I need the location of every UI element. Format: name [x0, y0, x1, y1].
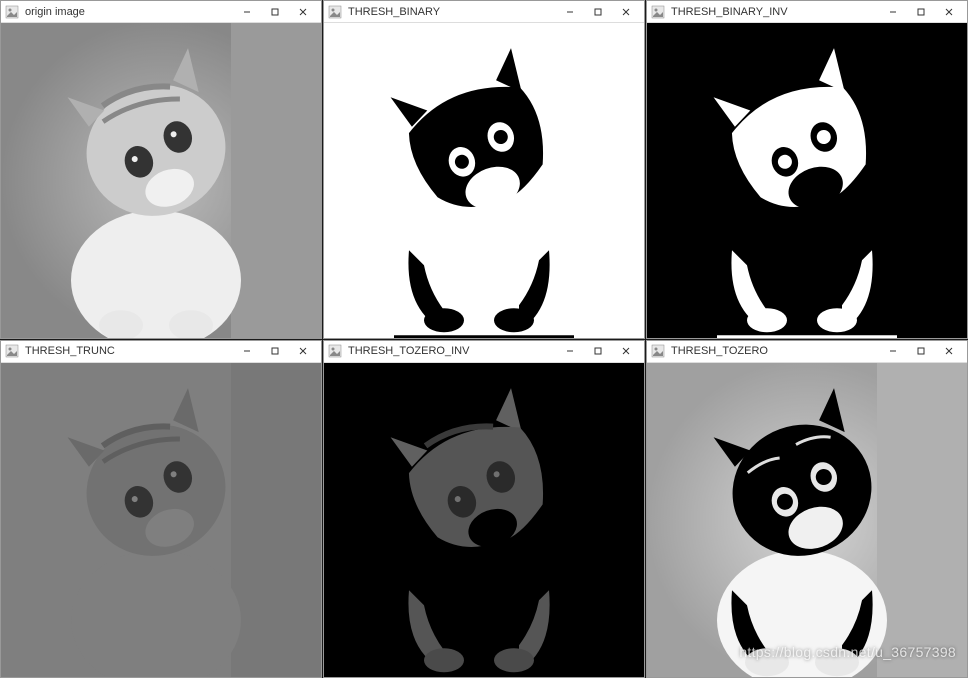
app-icon [651, 5, 665, 19]
window-controls [879, 2, 963, 22]
close-button[interactable] [935, 341, 963, 361]
window-thresh-tozero: THRESH_TOZERO [646, 340, 968, 678]
titlebar[interactable]: THRESH_BINARY_INV [647, 1, 967, 23]
close-button[interactable] [612, 341, 640, 361]
maximize-button[interactable] [261, 341, 289, 361]
window-controls [879, 341, 963, 361]
window-thresh-trunc: THRESH_TRUNC [0, 340, 322, 678]
close-button[interactable] [612, 2, 640, 22]
titlebar[interactable]: THRESH_TOZERO_INV [324, 341, 644, 363]
image-content-binary [324, 23, 644, 338]
window-title: THRESH_BINARY [348, 6, 556, 18]
window-title: THRESH_BINARY_INV [671, 6, 879, 18]
image-content-tozero-inv [324, 363, 644, 678]
app-icon [5, 5, 19, 19]
window-origin-image: origin image [0, 0, 322, 339]
app-icon [5, 344, 19, 358]
window-controls [556, 2, 640, 22]
image-content-trunc [1, 363, 321, 678]
close-button[interactable] [289, 341, 317, 361]
minimize-button[interactable] [233, 2, 261, 22]
titlebar[interactable]: THRESH_TOZERO [647, 341, 967, 363]
maximize-button[interactable] [584, 2, 612, 22]
minimize-button[interactable] [879, 341, 907, 361]
app-icon [651, 344, 665, 358]
image-content-origin [1, 23, 321, 338]
window-thresh-binary: THRESH_BINARY [323, 0, 645, 339]
window-thresh-tozero-inv: THRESH_TOZERO_INV [323, 340, 645, 678]
maximize-button[interactable] [261, 2, 289, 22]
titlebar[interactable]: THRESH_BINARY [324, 1, 644, 23]
window-title: THRESH_TOZERO_INV [348, 345, 556, 357]
image-content-binary-inv [647, 23, 967, 338]
maximize-button[interactable] [584, 341, 612, 361]
close-button[interactable] [935, 2, 963, 22]
window-controls [233, 341, 317, 361]
maximize-button[interactable] [907, 341, 935, 361]
window-controls [233, 2, 317, 22]
window-controls [556, 341, 640, 361]
minimize-button[interactable] [233, 341, 261, 361]
titlebar[interactable]: origin image [1, 1, 321, 23]
window-title: THRESH_TRUNC [25, 345, 233, 357]
maximize-button[interactable] [907, 2, 935, 22]
image-content-tozero [647, 363, 967, 678]
app-icon [328, 5, 342, 19]
minimize-button[interactable] [556, 341, 584, 361]
minimize-button[interactable] [879, 2, 907, 22]
minimize-button[interactable] [556, 2, 584, 22]
app-icon [328, 344, 342, 358]
window-thresh-binary-inv: THRESH_BINARY_INV [646, 0, 968, 339]
window-title: origin image [25, 6, 233, 18]
titlebar[interactable]: THRESH_TRUNC [1, 341, 321, 363]
close-button[interactable] [289, 2, 317, 22]
window-title: THRESH_TOZERO [671, 345, 879, 357]
